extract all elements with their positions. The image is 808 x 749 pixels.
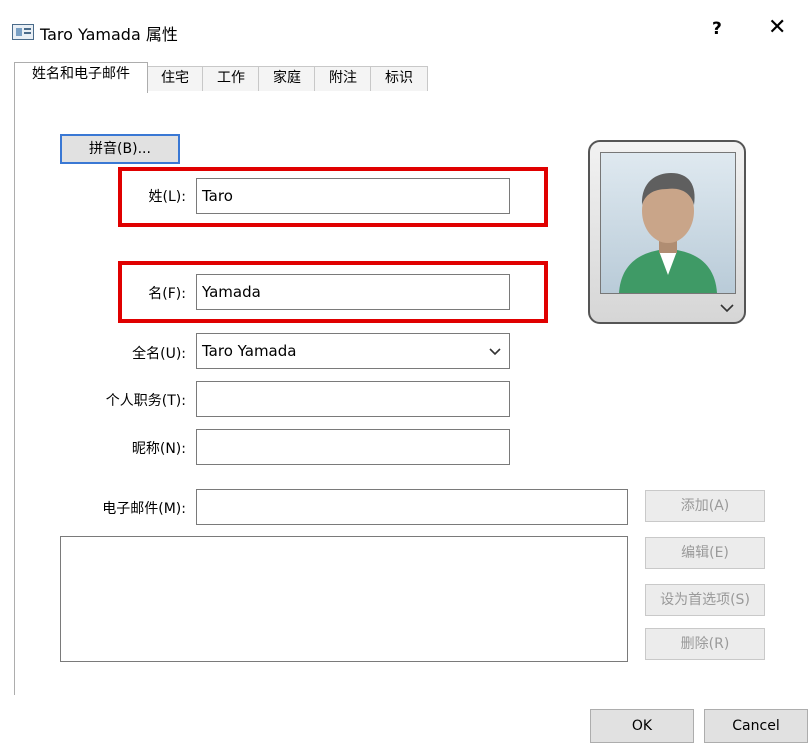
ok-button[interactable]: OK	[590, 709, 694, 743]
add-email-button[interactable]: 添加(A)	[645, 490, 765, 522]
title-field[interactable]	[196, 381, 510, 417]
contact-card-icon	[12, 24, 34, 40]
last-name-field[interactable]: Taro	[196, 178, 510, 214]
tab-notes[interactable]: 附注	[314, 66, 372, 91]
tab-home[interactable]: 住宅	[146, 66, 204, 91]
email-list[interactable]	[60, 536, 628, 662]
tab-family[interactable]: 家庭	[258, 66, 316, 91]
window-title: Taro Yamada 属性	[40, 25, 178, 44]
user-avatar-icon	[600, 152, 736, 294]
last-name-label: 姓(L):	[148, 189, 186, 205]
tab-strip: 姓名和电子邮件 住宅 工作 家庭 附注 标识	[14, 62, 806, 93]
help-button[interactable]: ?	[712, 19, 722, 39]
title-label: 个人职务(T):	[105, 393, 186, 409]
full-name-label: 全名(U):	[132, 346, 186, 362]
first-name-label: 名(F):	[148, 286, 186, 302]
pinyin-button[interactable]: 拼音(B)...	[60, 134, 180, 164]
cancel-button[interactable]: Cancel	[704, 709, 808, 743]
tab-ids[interactable]: 标识	[370, 66, 428, 91]
chevron-down-icon	[489, 348, 501, 356]
set-default-email-button[interactable]: 设为首选项(S)	[645, 584, 765, 616]
email-label: 电子邮件(M):	[102, 501, 186, 517]
title-bar: Taro Yamada 属性 ? ✕	[0, 0, 808, 58]
tab-name-email[interactable]: 姓名和电子邮件	[14, 62, 148, 93]
email-field[interactable]	[196, 489, 628, 525]
edit-email-button[interactable]: 编辑(E)	[645, 537, 765, 569]
first-name-field[interactable]: Yamada	[196, 274, 510, 310]
contact-properties-dialog: Taro Yamada 属性 ? ✕ 姓名和电子邮件 住宅 工作 家庭 附注 标…	[0, 0, 808, 749]
photo-dropdown-icon[interactable]	[720, 304, 734, 313]
contact-photo[interactable]	[588, 140, 746, 324]
nickname-label: 昵称(N):	[131, 441, 186, 457]
nickname-field[interactable]	[196, 429, 510, 465]
close-button[interactable]: ✕	[768, 15, 786, 40]
full-name-value: Taro Yamada	[202, 342, 297, 360]
full-name-select[interactable]: Taro Yamada	[196, 333, 510, 369]
tab-work[interactable]: 工作	[202, 66, 260, 91]
delete-email-button[interactable]: 删除(R)	[645, 628, 765, 660]
